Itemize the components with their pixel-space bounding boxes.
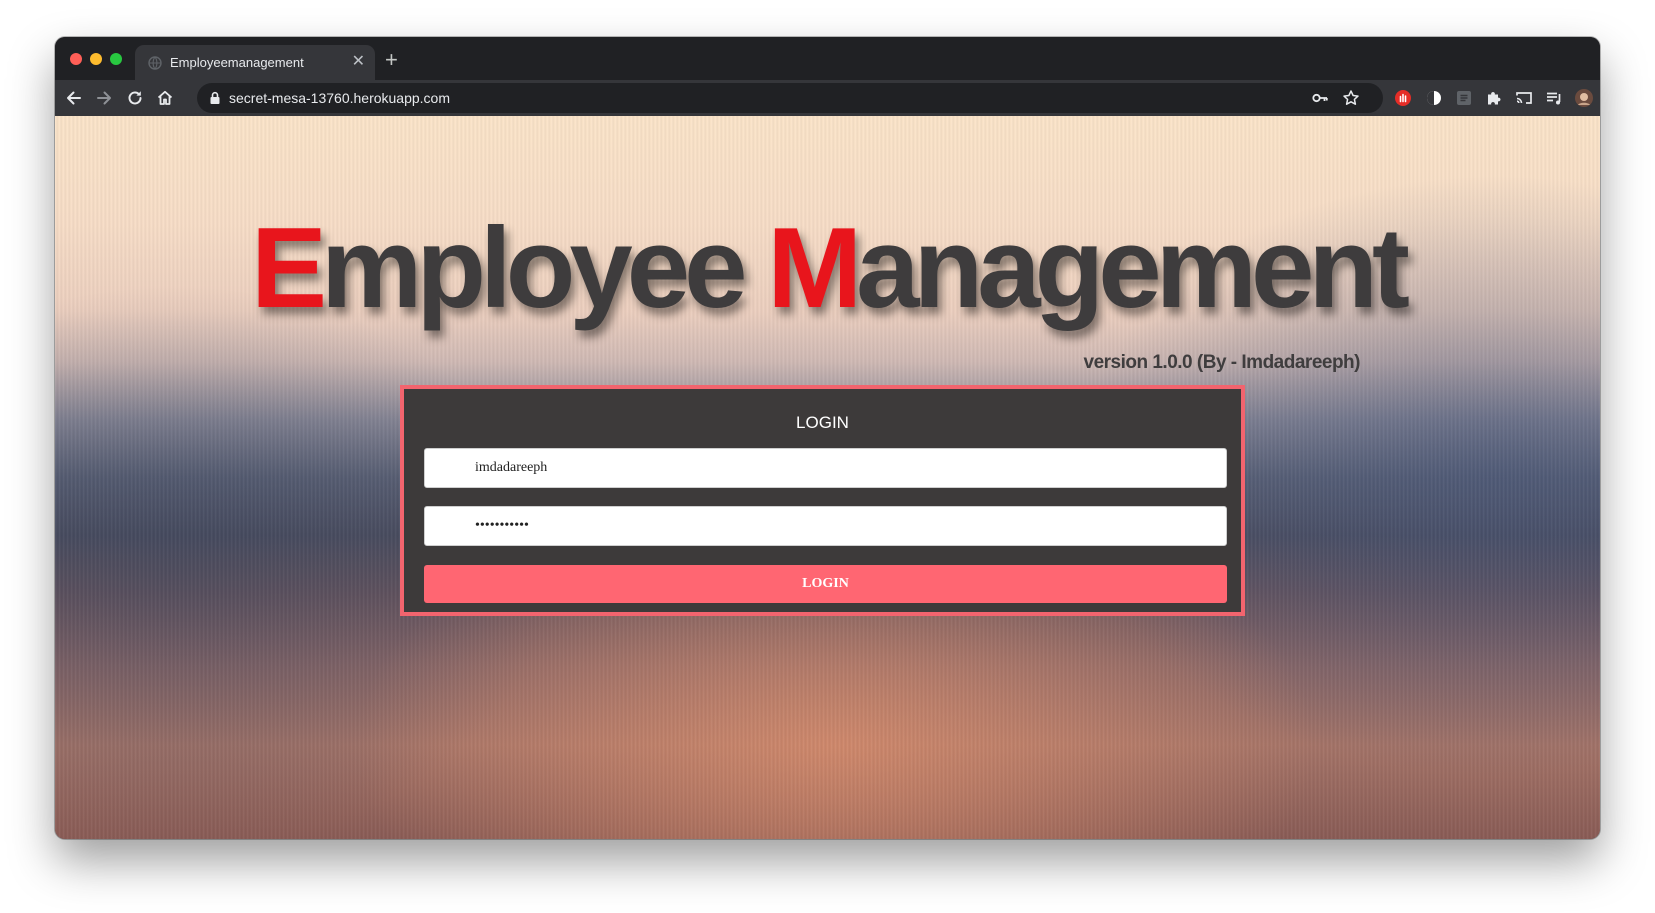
new-tab-button[interactable]: +	[385, 49, 398, 71]
close-window-button[interactable]	[70, 53, 82, 65]
version-label: version 1.0.0 (By - Imdadareeph)	[1083, 352, 1361, 373]
login-heading: LOGIN	[796, 413, 849, 432]
media-icon[interactable]	[1544, 88, 1564, 108]
dark-mode-extension-icon[interactable]	[1424, 88, 1444, 108]
url-text: secret-mesa-13760.herokuapp.com	[229, 90, 451, 106]
key-icon[interactable]	[1310, 88, 1330, 108]
browser-tab[interactable]: Employeemanagement ✕	[135, 45, 375, 80]
login-form: LOGIN imdadareeph ••••••••••• LOGIN	[400, 385, 1245, 616]
reader-extension-icon[interactable]	[1454, 88, 1474, 108]
browser-toolbar: secret-mesa-13760.herokuapp.com	[55, 80, 1600, 116]
minimize-window-button[interactable]	[90, 53, 102, 65]
forward-icon[interactable]	[94, 88, 114, 108]
reload-icon[interactable]	[125, 88, 145, 108]
back-icon[interactable]	[64, 88, 84, 108]
maximize-window-button[interactable]	[110, 53, 122, 65]
puzzle-icon[interactable]	[1484, 88, 1504, 108]
star-icon[interactable]	[1341, 88, 1361, 108]
password-value: •••••••••••	[475, 518, 529, 533]
login-button[interactable]: LOGIN	[424, 565, 1227, 603]
app-title: Employee Management	[250, 205, 1410, 332]
address-bar[interactable]: secret-mesa-13760.herokuapp.com	[197, 83, 1383, 113]
lock-icon	[210, 91, 220, 104]
username-field[interactable]: imdadareeph	[424, 448, 1227, 488]
tab-strip: Employeemanagement ✕ +	[55, 37, 1600, 80]
tab-title: Employeemanagement	[170, 55, 304, 70]
profile-avatar[interactable]	[1574, 88, 1594, 108]
adblock-extension-icon[interactable]	[1393, 88, 1413, 108]
cast-icon[interactable]	[1514, 88, 1534, 108]
tab-close-icon[interactable]: ✕	[352, 54, 365, 70]
home-icon[interactable]	[155, 88, 175, 108]
username-value: imdadareeph	[475, 460, 548, 475]
globe-icon	[148, 56, 162, 70]
page-viewport: Employee Management version 1.0.0 (By - …	[55, 116, 1600, 839]
browser-window: Employeemanagement ✕ + secret-mesa-13760…	[55, 37, 1600, 839]
password-field[interactable]: •••••••••••	[424, 506, 1227, 546]
